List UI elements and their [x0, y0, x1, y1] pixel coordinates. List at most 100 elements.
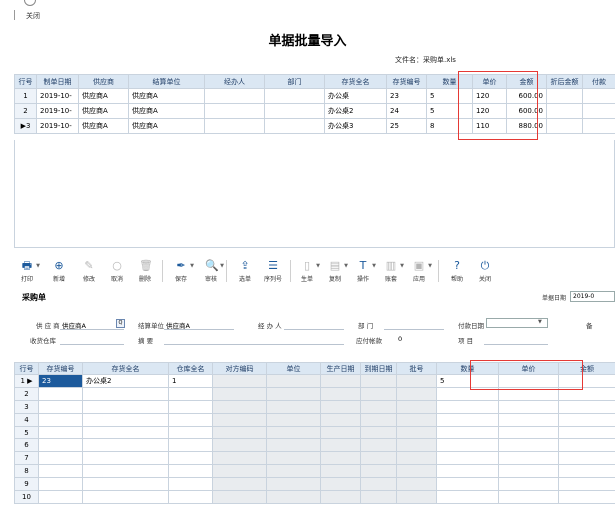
modify-button[interactable]: ✎ 修改 [76, 258, 102, 286]
col-header[interactable]: 付款 [582, 74, 615, 89]
col-header[interactable]: 部门 [264, 74, 325, 89]
table-row[interactable]: 6 [14, 438, 615, 453]
cell[interactable] [498, 399, 559, 414]
cell[interactable] [558, 477, 615, 492]
cell[interactable] [168, 451, 213, 466]
col-header[interactable]: 到期日期 [360, 362, 397, 375]
cell[interactable] [558, 412, 615, 427]
cell[interactable] [558, 490, 615, 504]
cell-discount[interactable] [546, 103, 583, 119]
col-header[interactable]: 结算单位 [128, 74, 205, 89]
col-header[interactable]: 存货全名 [82, 362, 169, 375]
cell-dept[interactable] [264, 103, 325, 119]
cell-code[interactable]: 25 [386, 118, 427, 134]
cell[interactable] [82, 425, 169, 440]
cell-handler[interactable] [204, 103, 265, 119]
cell-item[interactable]: 办公桌2 [82, 374, 169, 388]
col-header[interactable]: 存货全名 [324, 74, 387, 89]
close-label[interactable]: 关闭 [26, 11, 40, 21]
cell[interactable] [498, 425, 559, 440]
receiver-field[interactable] [60, 344, 124, 345]
table-row[interactable]: 8 [14, 464, 615, 479]
col-header[interactable]: 制单日期 [36, 74, 79, 89]
project-field[interactable] [484, 344, 548, 345]
cell-pay[interactable] [582, 88, 615, 104]
cell[interactable] [558, 451, 615, 466]
cell[interactable] [38, 477, 83, 492]
cell[interactable] [82, 438, 169, 453]
col-header[interactable]: 单位 [266, 362, 321, 375]
cell[interactable] [168, 438, 213, 453]
cell[interactable] [82, 451, 169, 466]
table-row[interactable]: 5 [14, 425, 615, 440]
help-button[interactable]: ? 帮助 [444, 258, 470, 286]
cell-code[interactable]: 23 [38, 374, 83, 388]
cell[interactable] [168, 477, 213, 492]
cell-item[interactable]: 办公桌 [324, 88, 387, 104]
cell-warehouse[interactable]: 1 [168, 374, 213, 388]
cell[interactable] [436, 399, 499, 414]
apply-button[interactable]: ▣ ▼ 应用 [406, 258, 432, 286]
col-header[interactable]: 存货编号 [38, 362, 83, 375]
cell-pay[interactable] [582, 118, 615, 134]
cell-dept[interactable] [264, 88, 325, 104]
cell[interactable] [436, 490, 499, 504]
print-button[interactable]: 🖶 ▼ 打印 [14, 258, 40, 286]
col-header[interactable]: 仓库全名 [168, 362, 213, 375]
cell-supplier[interactable]: 供应商A [78, 118, 129, 134]
cell-code[interactable]: 24 [386, 103, 427, 119]
cell-item[interactable]: 办公桌2 [324, 103, 387, 119]
cell[interactable] [38, 386, 83, 401]
audit-button[interactable]: 🔍 ▼ 审核 [198, 258, 224, 286]
date-field[interactable]: 2019-0 [570, 291, 615, 302]
cell[interactable] [498, 438, 559, 453]
cell-date[interactable]: 2019-10- [36, 118, 79, 134]
cell[interactable] [38, 425, 83, 440]
add-button[interactable]: ⊕ 新增 [46, 258, 72, 286]
col-header[interactable]: 对方编码 [212, 362, 267, 375]
col-header[interactable]: 批号 [396, 362, 437, 375]
cell[interactable] [168, 464, 213, 479]
col-header[interactable]: 经办人 [204, 74, 265, 89]
cell[interactable] [498, 451, 559, 466]
cell[interactable] [82, 386, 169, 401]
cell-discount[interactable] [546, 118, 583, 134]
col-header[interactable]: 存货编号 [386, 74, 427, 89]
cell-handler[interactable] [204, 118, 265, 134]
delete-button[interactable]: 🗑 删除 [132, 258, 158, 286]
table-row[interactable]: 9 [14, 477, 615, 492]
operate-button[interactable]: T ▼ 操作 [350, 258, 376, 286]
cell[interactable] [82, 490, 169, 504]
cell-dept[interactable] [264, 118, 325, 134]
save-button[interactable]: ✒ ▼ 保存 [168, 258, 194, 286]
lookup-icon[interactable]: Q [116, 319, 125, 328]
cell-discount[interactable] [546, 88, 583, 104]
cell[interactable] [498, 464, 559, 479]
cell[interactable] [558, 464, 615, 479]
close-area[interactable]: 关闭 [0, 0, 60, 22]
cell-date[interactable]: 2019-10- [36, 103, 79, 119]
dept-field[interactable] [384, 329, 444, 330]
close-circle-icon[interactable] [24, 0, 36, 6]
col-header[interactable]: 供应商 [78, 74, 129, 89]
cell[interactable] [168, 490, 213, 504]
cell[interactable] [498, 412, 559, 427]
cell-date[interactable]: 2019-10- [36, 88, 79, 104]
cell[interactable] [38, 412, 83, 427]
cell[interactable] [38, 464, 83, 479]
cell-settle[interactable]: 供应商A [128, 118, 205, 134]
cell-item[interactable]: 办公桌3 [324, 118, 387, 134]
copy-button[interactable]: ▤ ▼ 复制 [322, 258, 348, 286]
cell[interactable] [558, 399, 615, 414]
cell[interactable] [436, 412, 499, 427]
col-header[interactable]: 行号 [14, 74, 37, 89]
serial-button[interactable]: ☰ 序列号 [260, 258, 286, 286]
cell[interactable] [168, 386, 213, 401]
cell-code[interactable]: 23 [386, 88, 427, 104]
close-button[interactable]: ⏻ 关闭 [472, 258, 498, 286]
col-header[interactable]: 行号 [14, 362, 39, 375]
calendar-dropdown-icon[interactable]: ▼ [538, 319, 542, 325]
handler-field[interactable] [284, 329, 344, 330]
cell-supplier[interactable]: 供应商A [78, 88, 129, 104]
cell[interactable] [168, 425, 213, 440]
